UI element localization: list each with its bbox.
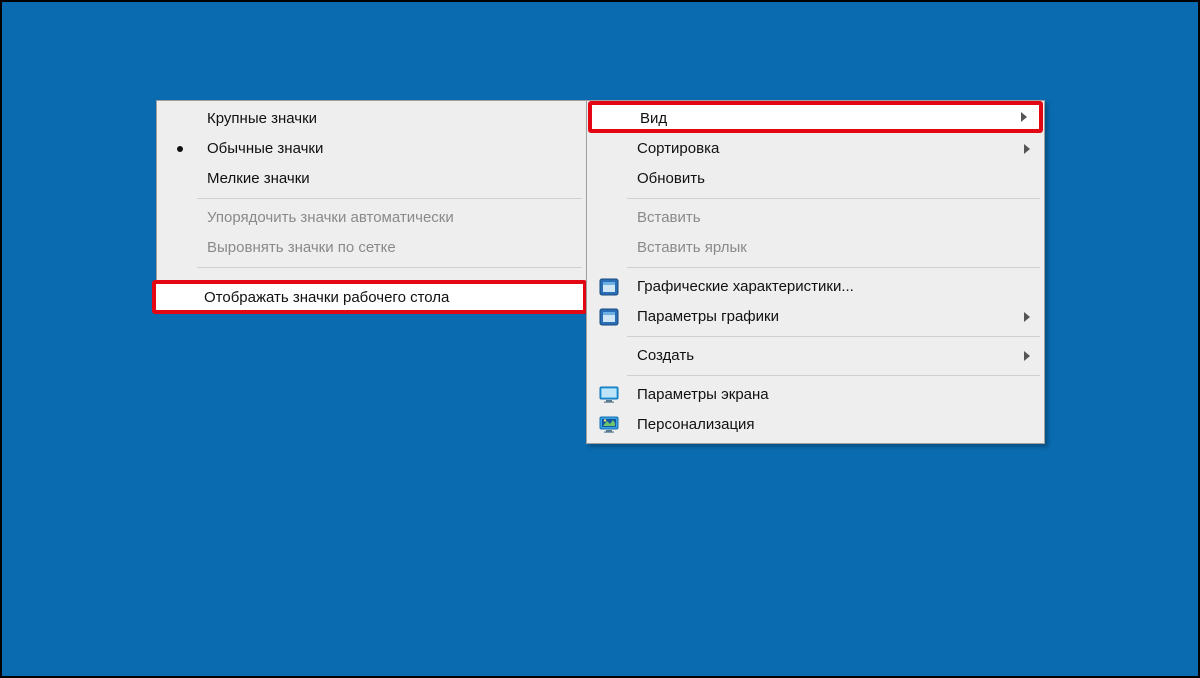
menu-item-sort-by[interactable]: Сортировка [589, 134, 1042, 164]
menu-item-graphics-properties[interactable]: Графические характеристики... [589, 272, 1042, 302]
menu-item-label: Вставить [637, 209, 701, 226]
menu-item-new[interactable]: Создать [589, 341, 1042, 371]
menu-item-label: Параметры экрана [637, 386, 769, 403]
menu-item-label: Персонализация [637, 416, 755, 433]
menu-item-label: Выровнять значки по сетке [207, 239, 396, 256]
menu-item-medium-icons[interactable]: Обычные значки [159, 134, 584, 164]
desktop[interactable]: Крупные значки Обычные значки Мелкие зна… [0, 0, 1200, 678]
menu-item-paste-shortcut[interactable]: Вставить ярлык [589, 233, 1042, 263]
menu-item-label: Обычные значки [207, 140, 323, 157]
menu-item-display-settings[interactable]: Параметры экрана [589, 380, 1042, 410]
menu-item-paste[interactable]: Вставить [589, 203, 1042, 233]
menu-item-label: Вставить ярлык [637, 239, 747, 256]
menu-separator [197, 267, 582, 268]
menu-item-label: Параметры графики [637, 308, 779, 325]
menu-item-large-icons[interactable]: Крупные значки [159, 104, 584, 134]
menu-item-label: Мелкие значки [207, 170, 310, 187]
menu-item-label: Обновить [637, 170, 705, 187]
intel-graphics-icon [599, 277, 619, 297]
menu-separator [627, 336, 1040, 337]
menu-separator [627, 267, 1040, 268]
intel-graphics-icon [599, 307, 619, 327]
menu-item-label: Упорядочить значки автоматически [207, 209, 454, 226]
menu-item-label: Создать [637, 347, 694, 364]
menu-item-personalize[interactable]: Персонализация [589, 410, 1042, 440]
menu-item-graphics-options[interactable]: Параметры графики [589, 302, 1042, 332]
menu-item-label: Графические характеристики... [637, 278, 854, 295]
menu-separator [627, 375, 1040, 376]
desktop-context-menu: Сортировка Обновить Вставить Вставить яр… [586, 100, 1045, 444]
menu-separator [197, 198, 582, 199]
monitor-icon [599, 385, 619, 405]
menu-item-align-to-grid[interactable]: Выровнять значки по сетке [159, 233, 584, 263]
personalize-icon [599, 415, 619, 435]
menu-item-label: Крупные значки [207, 110, 317, 127]
menu-item-label: Сортировка [637, 140, 719, 157]
menu-item-auto-arrange[interactable]: Упорядочить значки автоматически [159, 203, 584, 233]
menu-separator [627, 198, 1040, 199]
menu-item-small-icons[interactable]: Мелкие значки [159, 164, 584, 194]
menu-item-refresh[interactable]: Обновить [589, 164, 1042, 194]
view-submenu: Крупные значки Обычные значки Мелкие зна… [156, 100, 587, 306]
